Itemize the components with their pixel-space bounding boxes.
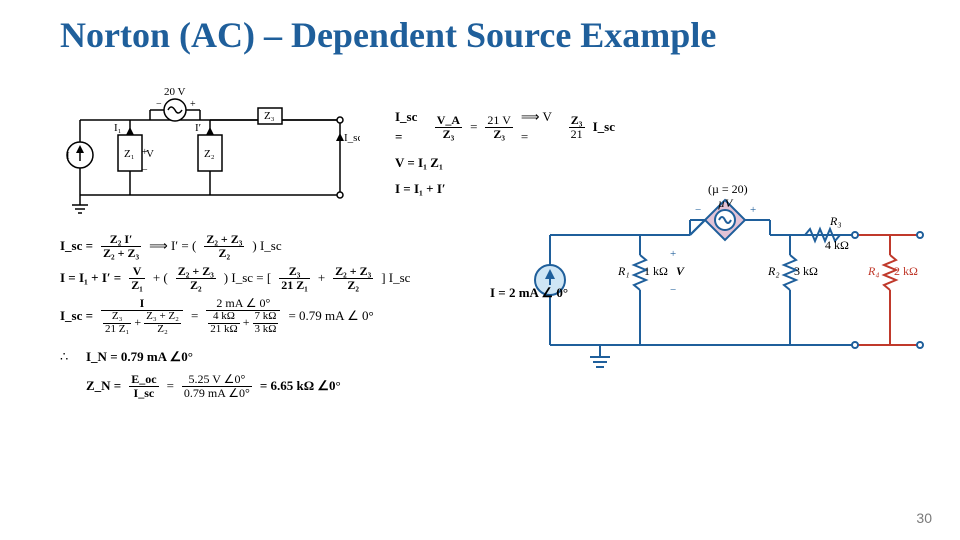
label-R2v: 3 kΩ (794, 264, 818, 278)
label-R1: R₁ (617, 264, 630, 278)
equations-left: I_sc = Z₂ I′Z₂ + Z₃ ⟹ I′ = ( Z₂ + Z₃Z₂ )… (60, 233, 500, 399)
label-muV: µV (718, 196, 734, 210)
circuit-right-diagram: − + + − (µ = 20) µV R₁ 1 kΩ V R₂ 3 kΩ R₃… (530, 185, 930, 385)
label-Z2: Z₂ (204, 148, 215, 160)
svg-text:−: − (670, 284, 676, 296)
label-V: V (676, 264, 685, 278)
page-number: 30 (916, 510, 932, 526)
label-R3v: 4 kΩ (825, 238, 849, 252)
label-R3: R₃ (829, 214, 842, 228)
svg-text:−: − (695, 204, 701, 216)
label-Iprime: I′ (195, 122, 201, 134)
label-R1v: 1 kΩ (644, 264, 668, 278)
label-R4: R₄ (867, 264, 880, 278)
label-R4v: 2 kΩ (894, 264, 918, 278)
label-I1: I₁ (114, 122, 122, 134)
svg-text:+: + (670, 248, 676, 260)
label-Isc: I_sc (344, 132, 360, 144)
right-caption: I = 2 mA ∠ 0° (490, 283, 568, 303)
right-column: − + + − (µ = 20) µV R₁ 1 kΩ V R₂ 3 kΩ R₃… (530, 185, 930, 385)
label-R2: R₂ (767, 264, 780, 278)
svg-text:−: − (142, 165, 148, 176)
svg-text:−: − (156, 99, 162, 110)
label-20v: 20 V (164, 86, 186, 98)
label-I: I (66, 150, 70, 162)
label-Z3: Z₃ (264, 110, 275, 122)
page-title: Norton (AC) – Dependent Source Example (60, 14, 716, 56)
svg-text:+: + (750, 204, 756, 216)
svg-text:+: + (190, 99, 196, 110)
label-V: V (146, 148, 154, 160)
label-mu: (µ = 20) (708, 185, 748, 196)
slide-body: 20 V − + I I₁ I′ I_sc Z₁ + V − Z₂ Z₃ (60, 85, 920, 500)
label-Z1: Z₁ (124, 148, 135, 160)
circuit-left-diagram: 20 V − + I I₁ I′ I_sc Z₁ + V − Z₂ Z₃ (60, 85, 360, 225)
